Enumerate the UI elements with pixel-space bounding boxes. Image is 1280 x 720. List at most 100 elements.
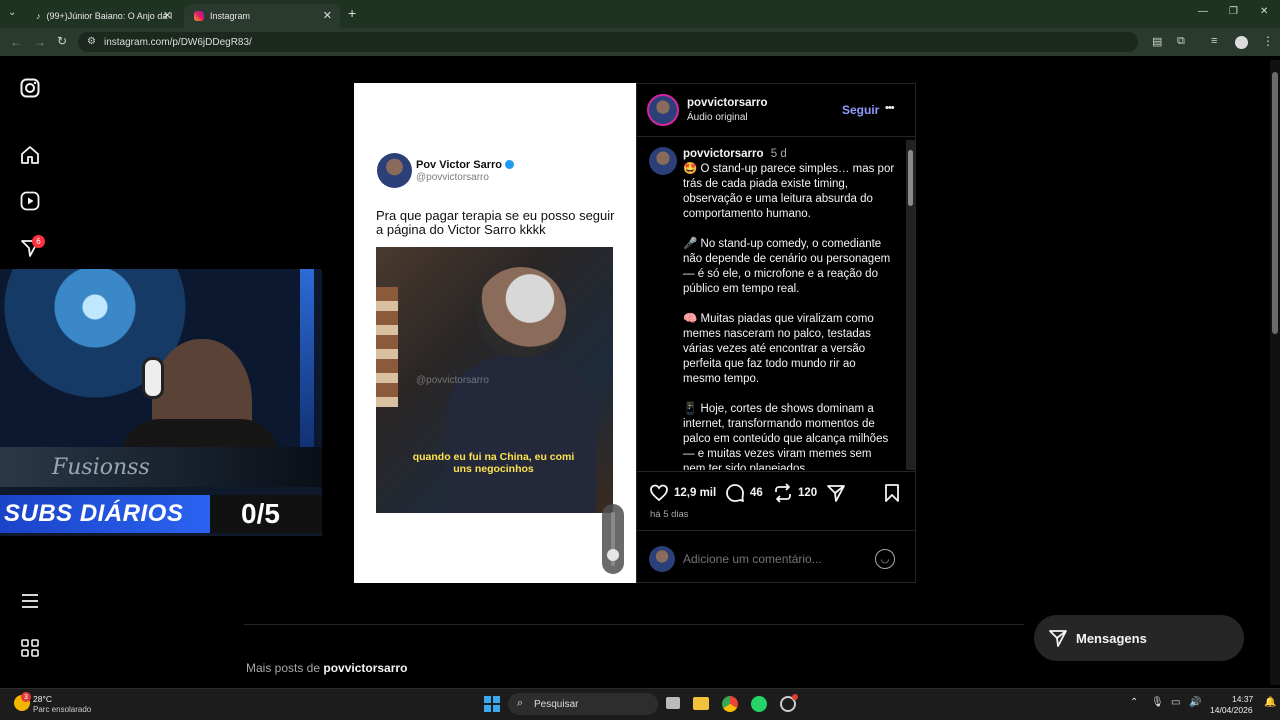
notification-badge: 6 [32,235,45,248]
restore-button[interactable]: ❐ [1229,6,1238,17]
volume-slider[interactable] [602,504,624,574]
reload-icon[interactable]: ↻ [57,34,67,48]
post-details: povvictorsarro Áudio original Seguir •••… [636,83,916,583]
start-button[interactable] [484,696,500,712]
comment-icon[interactable] [725,483,745,508]
clock-date[interactable]: 14/04/2026 [1210,705,1253,715]
caption-area[interactable]: povvictorsarro 5 d 🤩 O stand-up parece s… [637,137,907,470]
tweet-text: Pra que pagar terapia se eu posso seguir… [376,208,615,237]
emoji-icon[interactable]: ◡ [875,549,895,569]
tab-instagram[interactable]: Instagram ✕ [184,4,340,28]
tweet-name: Pov Victor Sarro [416,159,515,171]
volume-icon[interactable]: 🔊 [1189,697,1201,708]
tab-label: Instagram [210,11,251,21]
like-icon[interactable] [649,483,669,508]
caption-body: povvictorsarro 5 d 🤩 O stand-up parece s… [683,147,895,470]
post-options-button[interactable]: ••• [885,102,895,114]
chrome-icon[interactable] [722,696,738,712]
section-divider [244,624,1024,625]
more-apps-icon[interactable] [18,636,42,660]
comment-count[interactable]: 46 [750,487,763,499]
clock-time[interactable]: 14:37 [1232,694,1253,704]
translate-icon[interactable]: ▤ [1152,35,1162,48]
caption-time: 5 d [770,148,787,160]
caption-paragraph-4: 📱 Hoje, cortes de shows dominam a intern… [683,403,889,470]
close-tab-icon[interactable]: ✕ [163,9,172,22]
subs-label: SUBS DIÁRIOS [4,500,184,527]
caption-paragraph-1: 🤩 O stand-up parece simples… mas por trá… [683,163,895,220]
caption-scrollbar-thumb[interactable] [908,150,913,206]
tab-label: (99+)Júnior Baiano: O Anjo da I [46,11,173,21]
current-user-avatar [649,546,675,572]
browser-tab-bar: ⌄ ♪ (99+)Júnior Baiano: O Anjo da I ✕ In… [0,0,1280,28]
tiktok-icon: ♪ [36,11,41,21]
instagram-logo-icon[interactable] [18,76,42,100]
audio-label[interactable]: Áudio original [687,112,748,123]
instagram-icon [194,11,204,21]
repost-count[interactable]: 120 [798,487,817,499]
caption-paragraph-2: 🎤 No stand-up comedy, o comediante não d… [683,238,891,295]
messages-label: Mensagens [1076,630,1147,646]
save-icon[interactable] [882,483,902,508]
subs-count: 0/5 [241,498,280,529]
weather-desc[interactable]: Parc ensolarado [33,705,91,714]
streamer-tag: Fusionss [52,455,150,480]
task-view-icon[interactable] [666,697,680,709]
reels-icon[interactable] [18,189,42,213]
webcam-overlay: Fusionss SUBS DIÁRIOS 0/5 [0,269,322,536]
extensions-icon[interactable]: ⧉ [1177,35,1185,48]
wall-posters [376,287,398,407]
search-label: Pesquisar [534,698,579,710]
network-icon[interactable]: ▭ [1171,697,1180,708]
video-frame[interactable]: @povvictorsarro quando eu fui na China, … [376,247,613,513]
notifications-bell-icon[interactable]: 🔔 [1264,697,1276,708]
like-count[interactable]: 12,9 mil [674,487,716,499]
repost-icon[interactable] [773,483,793,508]
tweet-avatar [377,153,412,188]
caption-paragraph-3: 🧠 Muitas piadas que viralizam como memes… [683,313,874,385]
forward-icon[interactable]: → [34,35,46,49]
close-window-button[interactable]: ✕ [1260,6,1268,17]
caption-avatar[interactable] [649,147,677,175]
comment-input[interactable] [683,549,863,569]
headphones [142,357,164,399]
whatsapp-icon[interactable] [751,696,767,712]
page-scrollbar-thumb[interactable] [1272,72,1278,334]
tab-tiktok[interactable]: ♪ (99+)Júnior Baiano: O Anjo da I ✕ [26,4,180,28]
hamburger-menu-icon[interactable] [18,589,42,613]
more-posts-username[interactable]: povvictorsarro [323,661,407,675]
close-tab-icon[interactable]: ✕ [323,9,332,22]
site-info-icon[interactable]: ⚙ [87,36,96,47]
browser-menu-icon[interactable]: ⋮ [1262,34,1274,48]
taskbar-search[interactable]: ⌕ Pesquisar [508,693,658,715]
media-controls-icon[interactable]: ≡ [1211,35,1217,47]
author-username[interactable]: povvictorsarro [687,97,768,109]
home-icon[interactable] [18,143,42,167]
verified-icon [505,160,515,169]
weather-temp[interactable]: 28°C [33,694,52,704]
more-posts-heading: Mais posts de povvictorsarro [246,661,408,675]
tweet-handle: @povvictorsarro [416,172,489,183]
author-avatar[interactable] [647,94,679,126]
microphone-icon[interactable]: 🎙 [1151,697,1164,708]
messages-button[interactable]: Mensagens [1034,615,1244,661]
search-icon: ⌕ [517,697,524,709]
tray-chevron-icon[interactable]: ⌃ [1130,697,1138,708]
profile-avatar[interactable] [1235,36,1248,49]
address-bar[interactable]: ⚙ instagram.com/p/DW6jDDegR83/ [78,32,1138,52]
file-explorer-icon[interactable] [693,697,709,710]
caption-username[interactable]: povvictorsarro [683,148,764,160]
share-icon[interactable] [826,483,846,508]
video-subtitle: quando eu fui na China, eu comi uns nego… [412,451,575,475]
follow-button[interactable]: Seguir [842,103,879,117]
divider [637,530,915,531]
volume-knob[interactable] [607,549,619,561]
minimize-button[interactable]: — [1198,6,1208,17]
led-strip [300,269,314,469]
tab-list-icon[interactable]: ⌄ [8,7,16,18]
messages-icon [1049,630,1067,647]
new-tab-button[interactable]: + [348,5,356,21]
back-icon[interactable]: ← [10,35,22,49]
caption-scrollbar[interactable] [906,140,915,470]
post-media[interactable]: Pov Victor Sarro @povvictorsarro Pra que… [354,83,636,583]
